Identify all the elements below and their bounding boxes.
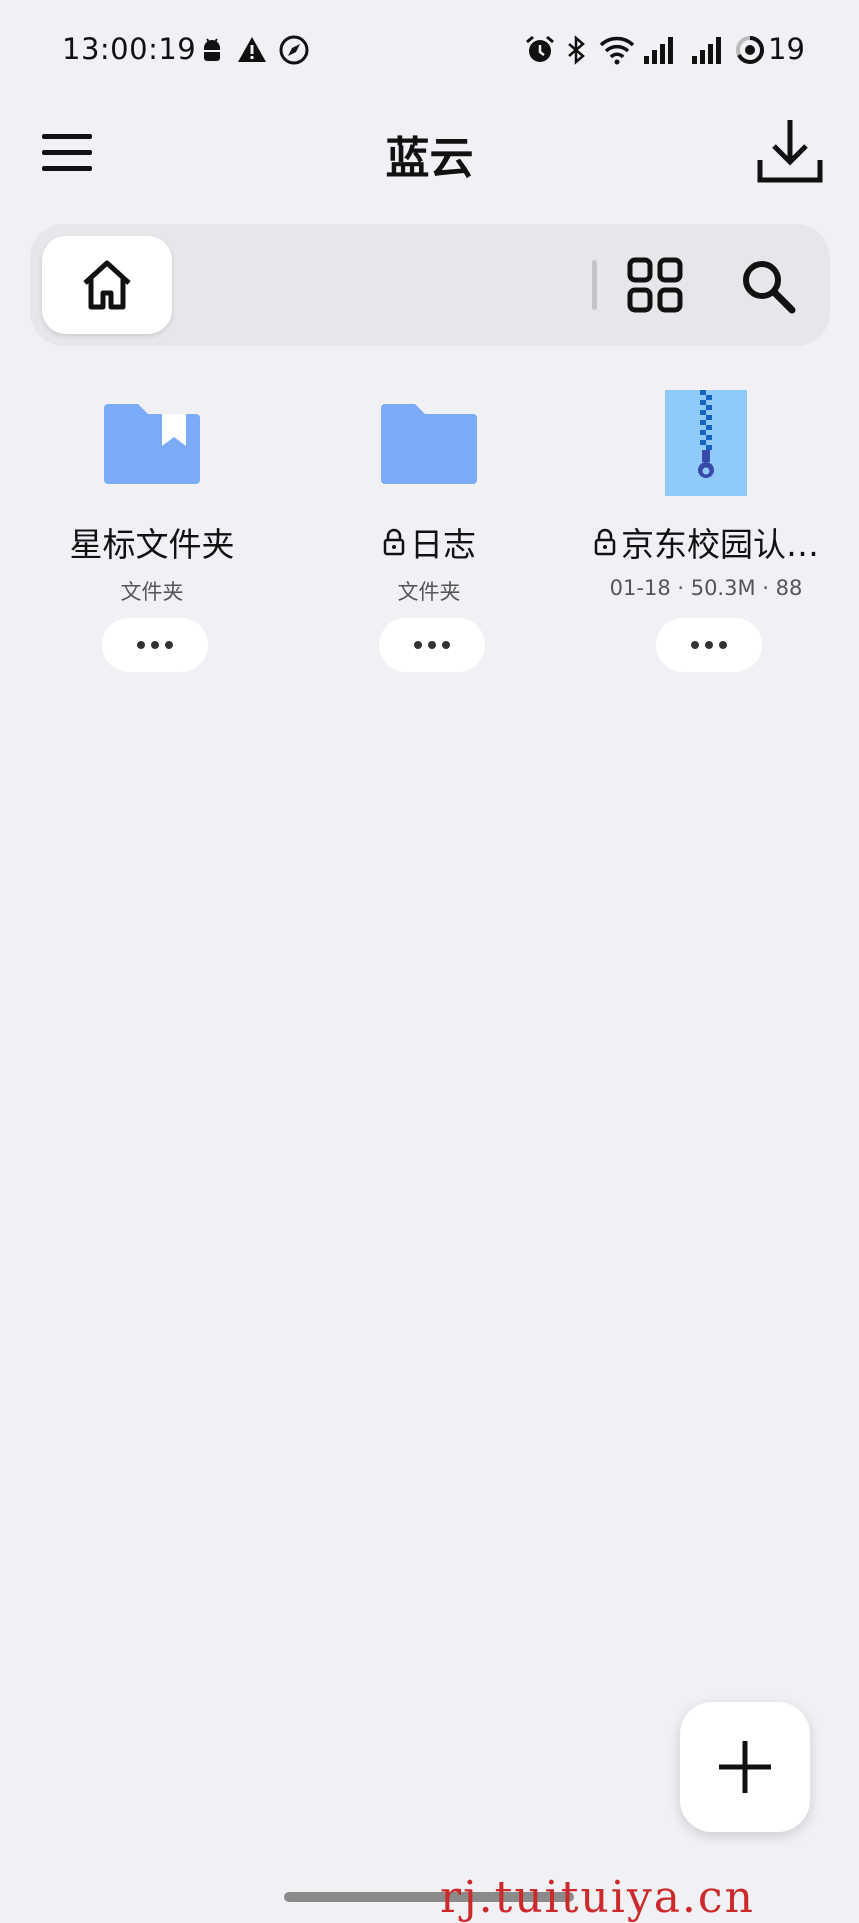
thumbnail bbox=[291, 390, 567, 494]
compass-icon bbox=[279, 35, 309, 65]
lock-icon bbox=[594, 528, 616, 556]
path-bar bbox=[30, 224, 830, 346]
alarm-icon bbox=[526, 35, 554, 62]
file-meta: 文件夹 bbox=[397, 580, 461, 604]
android-icon bbox=[204, 38, 220, 61]
lock-icon bbox=[383, 528, 405, 556]
wifi-icon bbox=[599, 36, 635, 65]
thumbnail bbox=[14, 390, 290, 494]
more-button[interactable] bbox=[656, 618, 762, 672]
battery-level: 19 bbox=[768, 32, 805, 66]
app-bar: 蓝云 bbox=[0, 100, 859, 210]
download-icon[interactable] bbox=[752, 114, 828, 190]
home-button[interactable] bbox=[42, 236, 172, 334]
file-item[interactable]: 星标文件夹 文件夹 bbox=[14, 390, 290, 680]
signal-icon bbox=[692, 37, 721, 64]
file-name: 京东校园认… bbox=[568, 518, 844, 566]
path-divider bbox=[592, 260, 597, 310]
thumbnail bbox=[568, 390, 844, 496]
archive-icon bbox=[665, 390, 747, 496]
more-button[interactable] bbox=[102, 618, 208, 672]
plus-icon bbox=[719, 1741, 771, 1793]
file-name: 日志 bbox=[291, 518, 567, 566]
status-time: 13:00:19 bbox=[62, 32, 197, 66]
more-button[interactable] bbox=[379, 618, 485, 672]
file-name: 星标文件夹 bbox=[69, 525, 235, 564]
signal-icon bbox=[644, 37, 673, 64]
folder-icon bbox=[381, 404, 477, 484]
status-bar: 13:00:19 19 bbox=[0, 0, 859, 100]
file-item[interactable]: 京东校园认… 01-18 · 50.3M · 88 bbox=[568, 390, 844, 680]
starred-folder-icon bbox=[104, 404, 200, 484]
file-meta: 文件夹 bbox=[120, 580, 184, 604]
file-meta: 01-18 · 50.3M · 88 bbox=[609, 576, 803, 600]
watermark: rj.tuituiya.cn bbox=[440, 1872, 755, 1923]
file-item[interactable]: 日志 文件夹 bbox=[291, 390, 567, 680]
add-button[interactable] bbox=[680, 1702, 810, 1832]
warning-icon bbox=[238, 37, 266, 62]
battery-ring-icon bbox=[736, 36, 764, 65]
app-title: 蓝云 bbox=[385, 133, 474, 184]
search-icon[interactable] bbox=[738, 256, 798, 316]
grid-view-icon[interactable] bbox=[626, 256, 684, 314]
bluetooth-icon bbox=[568, 35, 585, 65]
home-icon bbox=[83, 260, 131, 310]
